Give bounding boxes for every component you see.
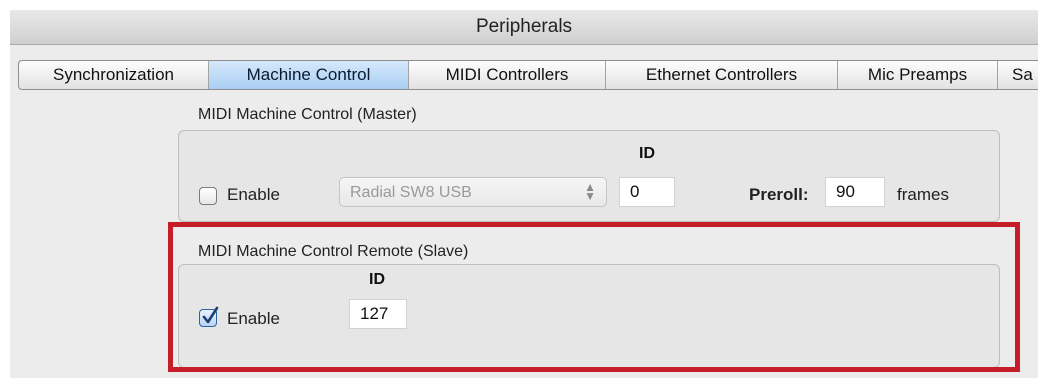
window-title: Peripherals (475, 16, 573, 37)
remote-enable-label: Enable (227, 309, 280, 328)
master-device-value: Radial SW8 USB (350, 184, 472, 201)
preroll-label: Preroll: (749, 185, 809, 204)
remote-id-field[interactable]: 127 (349, 299, 407, 329)
master-id-header: ID (639, 145, 655, 162)
master-enable-label: Enable (227, 185, 280, 204)
remote-enable-checkbox[interactable] (199, 306, 219, 327)
tab-midi-controllers[interactable]: MIDI Controllers (409, 61, 606, 89)
tab-synchronization[interactable]: Synchronization (19, 61, 209, 89)
preroll-field[interactable]: 90 (825, 177, 885, 207)
remote-id-header: ID (369, 271, 385, 288)
master-section-title: MIDI Machine Control (Master) (198, 106, 417, 123)
peripherals-window: Peripherals Synchronization Machine Cont… (10, 10, 1038, 378)
tab-machine-control[interactable]: Machine Control (209, 61, 409, 89)
remote-groupbox: ID Enable 127 (178, 264, 1000, 368)
tab-bar: Synchronization Machine Control MIDI Con… (18, 60, 1038, 90)
tab-mic-preamps[interactable]: Mic Preamps (838, 61, 998, 89)
master-enable-checkbox[interactable] (199, 187, 217, 205)
preroll-unit-label: frames (897, 185, 949, 204)
master-id-field[interactable]: 0 (619, 177, 675, 207)
master-device-popup[interactable]: Radial SW8 USB ▲ ▼ (339, 177, 607, 207)
tab-ethernet-controllers[interactable]: Ethernet Controllers (606, 61, 838, 89)
updown-arrows-icon: ▲ ▼ (584, 180, 596, 203)
remote-section-title: MIDI Machine Control Remote (Slave) (198, 243, 469, 260)
tab-truncated[interactable]: Sa (998, 61, 1038, 89)
master-groupbox: ID Enable Radial SW8 USB ▲ ▼ 0 Preroll: 9… (178, 130, 1000, 222)
checkmark-icon (202, 306, 219, 324)
title-bar: Peripherals (10, 10, 1038, 45)
